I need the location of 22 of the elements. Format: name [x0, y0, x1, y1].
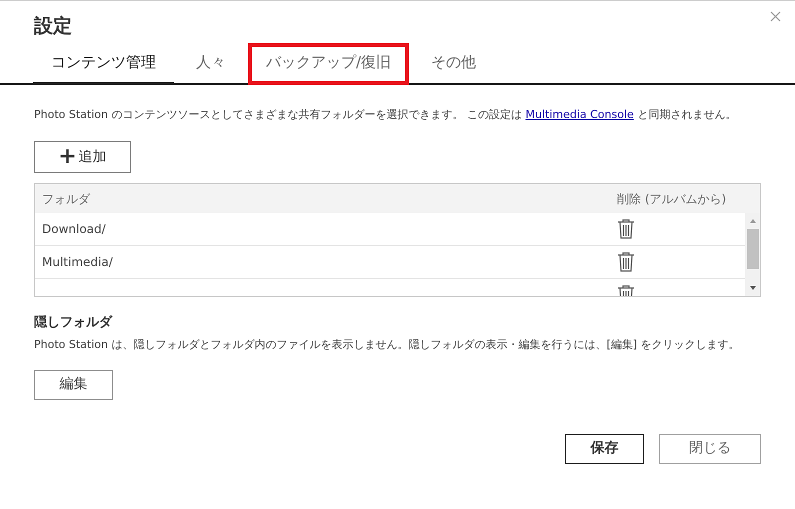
hidden-folder-text: Photo Station は、隠しフォルダとフォルダ内のファイルを表示しません。隠しフォルダの表示・編集を行うには、[編集] をクリックします。	[34, 336, 741, 352]
folder-name: Multimedia/	[42, 254, 114, 271]
tab[interactable]: コンテンツ管理	[33, 43, 174, 85]
scrollbar[interactable]	[745, 213, 760, 296]
folder-name: Download/	[42, 221, 107, 238]
trash-icon[interactable]	[617, 252, 635, 272]
column-header: 削除 (アルバムから)	[617, 190, 726, 208]
trash-icon[interactable]	[617, 219, 635, 239]
multimedia-console-link[interactable]: Multimedia Console	[525, 108, 634, 121]
edit-button[interactable]: 編集	[34, 370, 113, 400]
column-header: フォルダ	[42, 190, 92, 208]
dialog-title: 設定	[34, 14, 72, 39]
tab[interactable]: 人々	[178, 43, 244, 85]
save-button[interactable]: 保存	[565, 434, 644, 464]
section-heading: 隠しフォルダ	[34, 314, 114, 332]
tab[interactable]: その他	[413, 43, 494, 85]
tab[interactable]: バックアップ/復旧	[248, 43, 410, 85]
add-button[interactable]: +追加	[34, 141, 131, 173]
description-text: Photo Station のコンテンツソースとしてさまざまな共有フォルダーを選択できます。 この設定は Multimedia Console と同期されません。	[34, 107, 738, 123]
close-button[interactable]: 閉じる	[659, 434, 761, 464]
scroll-down-icon[interactable]	[748, 284, 756, 292]
close-icon[interactable]	[770, 11, 781, 22]
